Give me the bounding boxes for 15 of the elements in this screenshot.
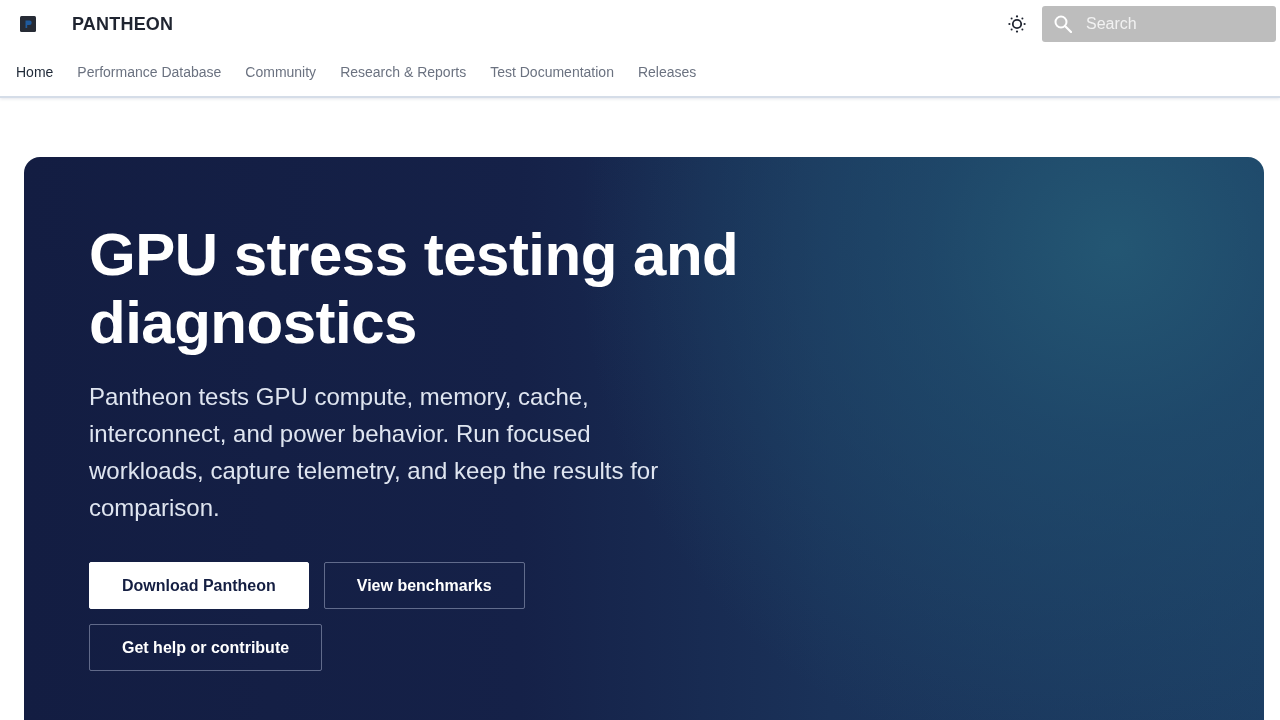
nav-tab[interactable]: Test Documentation xyxy=(490,62,614,82)
nav-tab[interactable]: Performance Database xyxy=(77,62,222,82)
hero-heading: GPU stress testing and diagnostics xyxy=(89,221,740,357)
outline-button[interactable]: Get help or contribute xyxy=(89,624,323,671)
nav-tab[interactable]: Releases xyxy=(637,62,697,82)
sun-icon[interactable] xyxy=(1008,15,1026,33)
nav-tab[interactable]: Community xyxy=(245,62,317,82)
brand-name: PANTHEON xyxy=(72,13,174,35)
outline-button[interactable]: View benchmarks xyxy=(323,562,525,609)
primary-button[interactable]: Download Pantheon xyxy=(89,562,309,609)
nav-tab[interactable]: Home xyxy=(16,62,54,82)
logo-icon xyxy=(20,16,36,32)
hero-description: Pantheon tests GPU compute, memory, cache, interconnect, and power behavior. Run focused workloads, capture telemetry, and keep the results for comparison. xyxy=(89,382,660,523)
nav-tab[interactable]: Research & Reports xyxy=(340,62,467,82)
search-icon xyxy=(1054,15,1072,33)
